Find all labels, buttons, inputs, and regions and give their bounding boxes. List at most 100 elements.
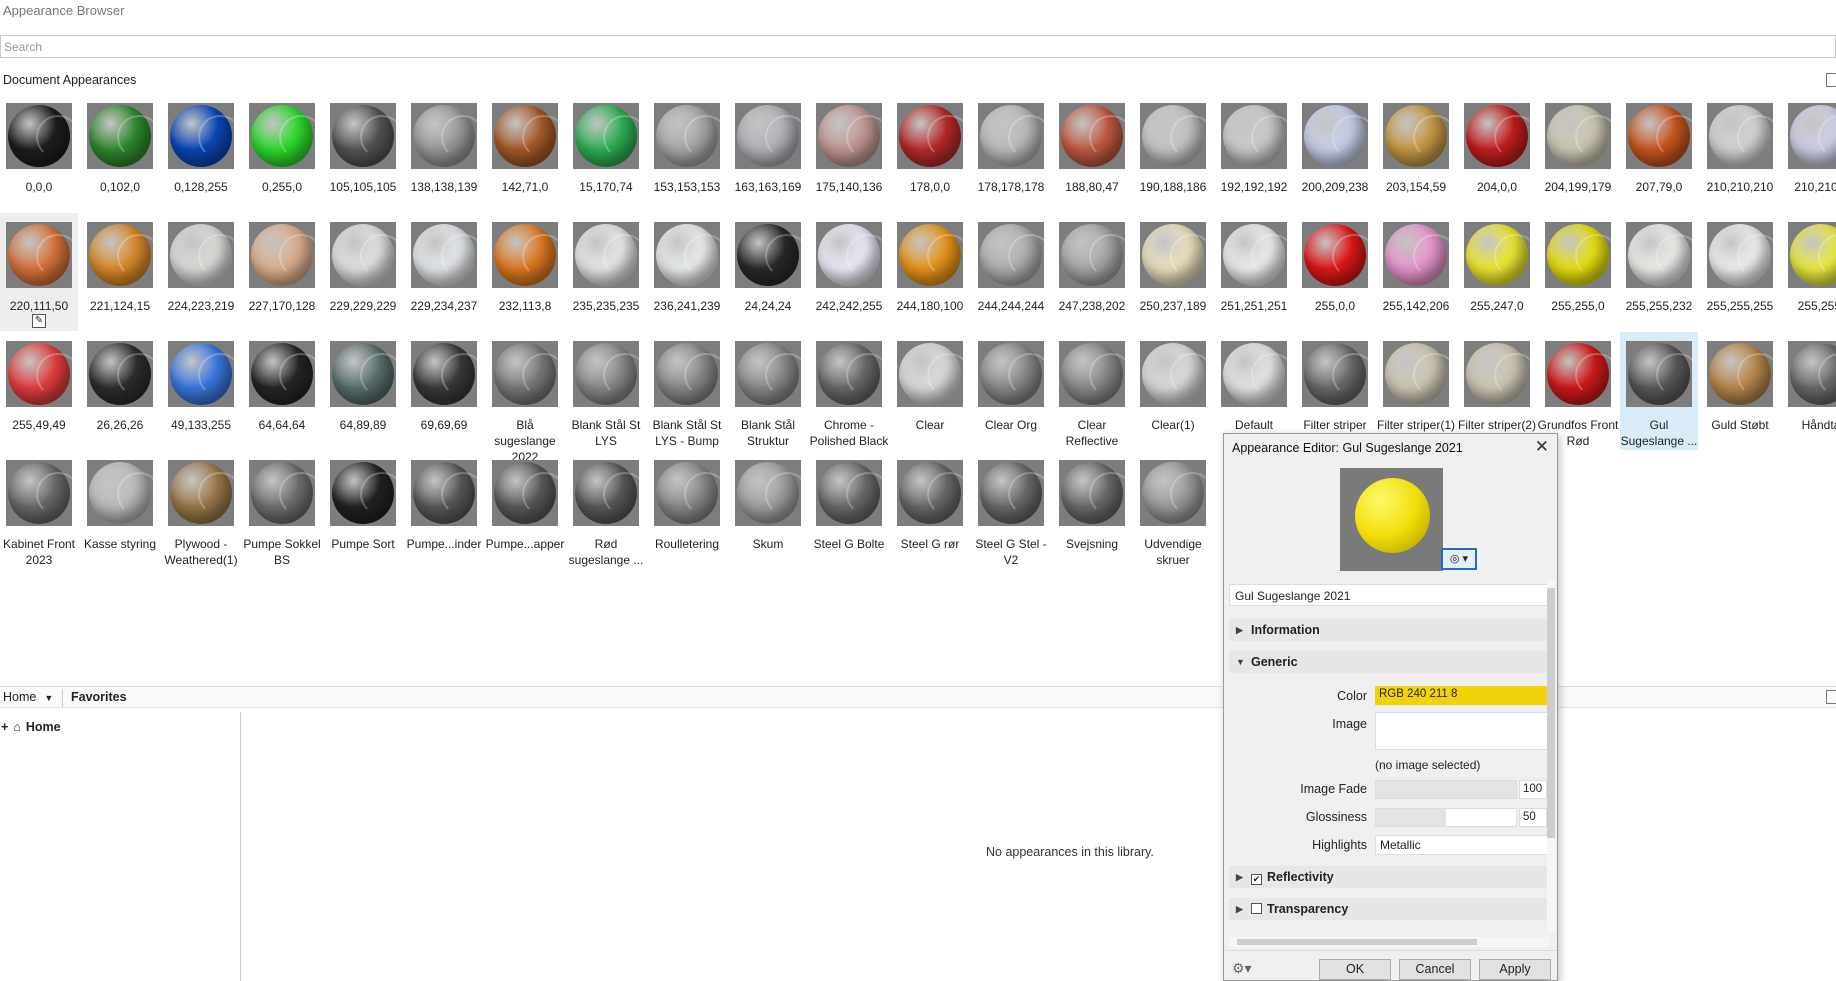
scroll-thumb[interactable] [1547, 588, 1555, 838]
appearance-tile[interactable]: 251,251,251 [1215, 213, 1295, 331]
appearance-tile[interactable]: Udvendige skruer [1134, 451, 1214, 569]
appearance-tile[interactable]: Svejsning [1053, 451, 1133, 569]
appearance-tile[interactable]: 0,128,255 [162, 94, 242, 212]
appearance-tile[interactable]: 0,0,0 [0, 94, 80, 212]
appearance-tile[interactable]: 250,237,189 [1134, 213, 1214, 331]
appearance-tile[interactable]: Clear Org [972, 332, 1052, 450]
reflectivity-section[interactable]: ▶ ✔ Reflectivity [1229, 866, 1549, 888]
appearance-tile[interactable]: 15,170,74 [567, 94, 647, 212]
appearance-tile[interactable]: 255,255,0 [1539, 213, 1619, 331]
glossiness-slider[interactable] [1375, 808, 1517, 827]
appearance-tile[interactable]: Pumpe...apper [486, 451, 566, 569]
appearance-tile[interactable]: 229,234,237 [405, 213, 485, 331]
appearance-tile[interactable]: Kabinet Front 2023 [0, 451, 80, 569]
panel-menu-icon[interactable] [1826, 73, 1836, 87]
favorites-tab[interactable]: Favorites [71, 690, 127, 704]
appearance-tile[interactable]: 244,244,244 [972, 213, 1052, 331]
appearance-tile[interactable]: Pumpe Sokkel BS [243, 451, 323, 569]
appearance-tile[interactable]: 175,140,136 [810, 94, 890, 212]
image-slot[interactable] [1375, 712, 1549, 750]
appearance-tile[interactable]: 200,209,238 [1296, 94, 1376, 212]
appearance-tile[interactable]: 24,24,24 [729, 213, 809, 331]
horizontal-scrollbar[interactable] [1229, 937, 1549, 947]
appearance-tile[interactable]: Blank Stål St LYS [567, 332, 647, 450]
appearance-tile[interactable]: Clear [891, 332, 971, 450]
image-fade-slider[interactable] [1375, 780, 1517, 799]
appearance-tile[interactable]: Steel G rør [891, 451, 971, 569]
appearance-tile[interactable]: 0,102,0 [81, 94, 161, 212]
appearance-tile[interactable]: 0,255,0 [243, 94, 323, 212]
appearance-tile[interactable]: 255,247,0 [1458, 213, 1538, 331]
options-icon[interactable]: ⚙▾ [1232, 960, 1252, 977]
vertical-scrollbar[interactable] [1547, 580, 1555, 932]
appearance-tile[interactable]: 221,124,15 [81, 213, 161, 331]
search-input[interactable]: Search [0, 35, 1836, 58]
appearance-tile[interactable]: Skum [729, 451, 809, 569]
appearance-tile[interactable]: Chrome - Polished Black [810, 332, 890, 450]
generic-section[interactable]: ▼ Generic [1229, 651, 1549, 673]
appearance-tile[interactable]: 236,241,239 [648, 213, 728, 331]
color-swatch[interactable]: RGB 240 211 8 [1375, 686, 1549, 705]
appearance-tile[interactable]: Rød sugeslange ... [567, 451, 647, 569]
appearance-tile[interactable]: 220,111,50 ✎ [0, 213, 80, 331]
appearance-tile[interactable]: Roulletering [648, 451, 728, 569]
appearance-tile[interactable]: 188,80,47 [1053, 94, 1133, 212]
tree-item-home[interactable]: + ⌂ Home [1, 720, 61, 734]
appearance-tile[interactable]: 178,178,178 [972, 94, 1052, 212]
appearance-tile[interactable]: 138,138,139 [405, 94, 485, 212]
appearance-tile[interactable]: Clear Reflective [1053, 332, 1133, 450]
appearance-tile[interactable]: Blå sugeslange 2022 [486, 332, 566, 464]
apply-button[interactable]: Apply [1479, 959, 1551, 980]
transparency-section[interactable]: ▶ Transparency [1229, 898, 1549, 920]
appearance-tile[interactable]: 153,153,153 [648, 94, 728, 212]
appearance-tile[interactable]: 204,199,179 [1539, 94, 1619, 212]
edit-icon[interactable]: ✎ [32, 314, 46, 328]
preview-options-button[interactable]: ◎ ▾ [1441, 548, 1477, 570]
appearance-tile[interactable]: 64,89,89 [324, 332, 404, 450]
appearance-tile[interactable]: 255,255, [1782, 213, 1836, 331]
appearance-tile[interactable]: 203,154,59 [1377, 94, 1457, 212]
appearance-tile[interactable]: 244,180,100 [891, 213, 971, 331]
information-section[interactable]: ▶ Information [1229, 619, 1549, 641]
appearance-tile[interactable]: 255,255,255 [1701, 213, 1781, 331]
appearance-tile[interactable]: 255,142,206 [1377, 213, 1457, 331]
appearance-tile[interactable]: 178,0,0 [891, 94, 971, 212]
appearance-tile[interactable]: 210,210,210 [1701, 94, 1781, 212]
appearance-tile[interactable]: 163,163,169 [729, 94, 809, 212]
highlights-select[interactable]: Metallic [1375, 835, 1549, 855]
appearance-tile[interactable]: Kasse styring [81, 451, 161, 569]
ok-button[interactable]: OK [1319, 959, 1391, 980]
appearance-tile[interactable]: Blank Stål St LYS - Bump [648, 332, 728, 450]
appearance-tile[interactable]: 227,170,128 [243, 213, 323, 331]
appearance-tile[interactable]: 242,242,255 [810, 213, 890, 331]
appearance-tile[interactable]: 204,0,0 [1458, 94, 1538, 212]
appearance-tile[interactable]: 255,255,232 [1620, 213, 1700, 331]
appearance-tile[interactable]: 105,105,105 [324, 94, 404, 212]
appearance-tile[interactable]: Pumpe...inder [405, 451, 485, 569]
appearance-tile[interactable]: Håndta [1782, 332, 1836, 450]
appearance-tile[interactable]: 190,188,186 [1134, 94, 1214, 212]
appearance-tile[interactable]: 229,229,229 [324, 213, 404, 331]
appearance-tile[interactable]: 255,49,49 [0, 332, 80, 450]
transparency-checkbox[interactable] [1251, 903, 1262, 914]
appearance-tile[interactable]: Plywood - Weathered(1) [162, 451, 242, 569]
reflectivity-checkbox[interactable]: ✔ [1251, 874, 1262, 885]
appearance-tile[interactable]: 49,133,255 [162, 332, 242, 450]
appearance-tile[interactable]: 210,210,2 [1782, 94, 1836, 212]
appearance-tile[interactable]: Guld Støbt [1701, 332, 1781, 450]
glossiness-input[interactable]: 50 [1519, 808, 1547, 827]
appearance-tile[interactable]: 235,235,235 [567, 213, 647, 331]
appearance-tile[interactable]: 232,113,8 [486, 213, 566, 331]
appearance-tile[interactable]: Pumpe Sort [324, 451, 404, 569]
appearance-tile[interactable]: 69,69,69 [405, 332, 485, 450]
close-icon[interactable]: ✕ [1535, 437, 1549, 457]
appearance-tile[interactable]: 64,64,64 [243, 332, 323, 450]
expand-icon[interactable]: + [1, 720, 8, 734]
appearance-tile[interactable]: 26,26,26 [81, 332, 161, 450]
scroll-thumb[interactable] [1237, 939, 1477, 945]
appearance-tile[interactable]: Blank Stål Struktur [729, 332, 809, 450]
cancel-button[interactable]: Cancel [1399, 959, 1471, 980]
appearance-tile[interactable]: Steel G Stel - V2 [972, 451, 1052, 569]
appearance-name-field[interactable]: Gul Sugeslange 2021 [1229, 584, 1549, 606]
appearance-tile[interactable]: Steel G Bolte [810, 451, 890, 569]
